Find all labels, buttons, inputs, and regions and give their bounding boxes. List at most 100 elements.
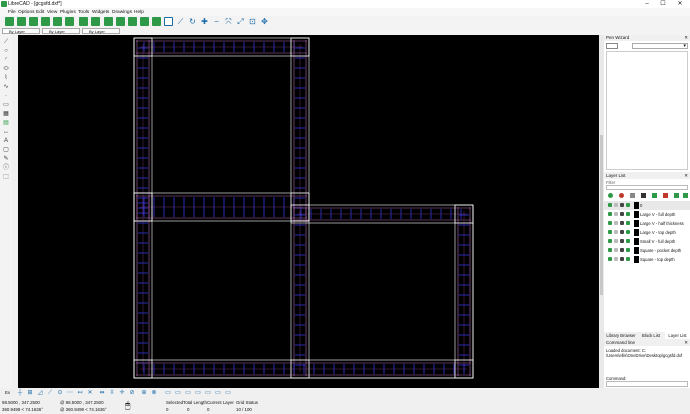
print-icon[interactable] bbox=[626, 221, 630, 225]
lock-icon[interactable] bbox=[620, 203, 624, 207]
block-tool-icon[interactable]: ▢ bbox=[2, 147, 10, 154]
zoom-out-icon[interactable]: − bbox=[212, 17, 221, 26]
polyline-tool-icon[interactable]: ⌇ bbox=[2, 75, 10, 82]
view-2-icon[interactable]: ▭ bbox=[174, 389, 182, 397]
paste-icon[interactable] bbox=[128, 17, 137, 26]
image-tool-icon[interactable]: ▤ bbox=[2, 120, 10, 127]
eye-icon[interactable] bbox=[608, 257, 612, 261]
snap-middle-icon[interactable]: ⋯ bbox=[66, 389, 74, 397]
grid-toggle-icon[interactable] bbox=[164, 17, 173, 26]
info-tool-icon[interactable]: ⓘ bbox=[2, 165, 10, 172]
layer-row[interactable]: Square - pocket depth bbox=[604, 246, 690, 255]
pen-wizard-close-icon[interactable]: ✕ bbox=[684, 35, 688, 41]
layer-color-swatch[interactable] bbox=[634, 202, 639, 209]
layer-filter-input[interactable] bbox=[606, 185, 688, 190]
arc-tool-icon[interactable]: ◜ bbox=[2, 57, 10, 64]
relative-zero-icon[interactable]: ⊕ bbox=[140, 389, 148, 397]
menu-tools[interactable]: Tools bbox=[78, 10, 89, 15]
edit-layer-icon[interactable] bbox=[674, 193, 679, 198]
command-line-close-icon[interactable]: ✕ bbox=[684, 340, 688, 346]
show-all-layers-icon[interactable] bbox=[608, 193, 613, 198]
copy-icon[interactable] bbox=[116, 17, 125, 26]
eye-icon[interactable] bbox=[608, 203, 612, 207]
lock-icon[interactable] bbox=[620, 212, 624, 216]
maximize-button[interactable]: ☐ bbox=[656, 0, 670, 8]
lock-icon[interactable] bbox=[620, 239, 624, 243]
view-3-icon[interactable]: ▭ bbox=[184, 389, 192, 397]
menu-drawings[interactable]: Drawings bbox=[112, 10, 132, 15]
freeze-icon[interactable] bbox=[614, 221, 618, 225]
layer-color-swatch[interactable] bbox=[634, 247, 639, 254]
zoom-window-icon[interactable]: ⊡ bbox=[248, 17, 257, 26]
lock-icon[interactable] bbox=[620, 248, 624, 252]
point-tool-icon[interactable]: · bbox=[2, 93, 10, 100]
layer-color-swatch[interactable] bbox=[634, 238, 639, 245]
freeze-icon[interactable] bbox=[614, 248, 618, 252]
layer-row[interactable]: Square - top depth bbox=[604, 255, 690, 264]
zoom-pan-icon[interactable]: ✥ bbox=[260, 17, 269, 26]
eye-icon[interactable] bbox=[608, 212, 612, 216]
view-6-icon[interactable]: ▭ bbox=[214, 389, 222, 397]
layer-color-swatch[interactable] bbox=[634, 229, 639, 236]
layer-row[interactable]: Small V - full depth bbox=[604, 237, 690, 246]
pen-wizard-select[interactable]: ▾ bbox=[632, 43, 688, 49]
linetype-select[interactable]: By Layer bbox=[42, 28, 80, 34]
tab-library-browser[interactable]: Library Browser bbox=[605, 332, 637, 339]
eye-icon[interactable] bbox=[608, 221, 612, 225]
modify-tool-icon[interactable]: ✎ bbox=[2, 156, 10, 163]
color-select[interactable]: By Layer bbox=[2, 28, 40, 34]
menu-options[interactable]: Options bbox=[18, 10, 35, 15]
line-tool-icon[interactable]: ⟋ bbox=[2, 39, 10, 46]
menu-edit[interactable]: Edit bbox=[36, 10, 44, 15]
layer-list-close-icon[interactable]: ✕ bbox=[684, 173, 688, 179]
minimize-button[interactable]: – bbox=[640, 0, 654, 8]
restrict-nothing-icon[interactable]: ⊘ bbox=[128, 389, 136, 397]
view-7-icon[interactable]: ▭ bbox=[224, 389, 232, 397]
print-icon[interactable] bbox=[79, 17, 88, 26]
menu-file[interactable]: File bbox=[8, 10, 16, 15]
print-icon[interactable] bbox=[626, 212, 630, 216]
lock-icon[interactable] bbox=[620, 230, 624, 234]
save-as-icon[interactable] bbox=[53, 17, 62, 26]
spline-tool-icon[interactable]: ∿ bbox=[2, 84, 10, 91]
zoom-previous-icon[interactable]: ⤢ bbox=[236, 17, 245, 26]
print-icon[interactable] bbox=[626, 248, 630, 252]
freeze-icon[interactable] bbox=[614, 203, 618, 207]
dimension-tool-icon[interactable]: ↔ bbox=[2, 129, 10, 136]
layer-row[interactable]: Large V - half thickness bbox=[604, 219, 690, 228]
layer-color-swatch[interactable] bbox=[634, 256, 639, 263]
remove-layer-icon[interactable] bbox=[663, 193, 668, 198]
freeze-icon[interactable] bbox=[614, 212, 618, 216]
freeze-icon[interactable] bbox=[614, 257, 618, 261]
snap-distance-icon[interactable]: ↤ bbox=[76, 389, 84, 397]
undo-icon[interactable] bbox=[140, 17, 149, 26]
unlock-all-icon[interactable] bbox=[630, 193, 635, 198]
print-preview-icon[interactable] bbox=[91, 17, 100, 26]
lock-relative-zero-icon[interactable]: ⊗ bbox=[150, 389, 158, 397]
menu-widgets[interactable]: Widgets bbox=[92, 10, 109, 15]
view-5-icon[interactable]: ▭ bbox=[204, 389, 212, 397]
command-input[interactable] bbox=[606, 381, 688, 387]
layer-row[interactable]: Large V - full depth bbox=[604, 210, 690, 219]
tab-layer-list[interactable]: Layer List bbox=[665, 332, 690, 339]
tab-block-list[interactable]: Block List bbox=[638, 332, 664, 339]
select-tool-icon[interactable]: ⬚ bbox=[2, 174, 10, 181]
draft-mode-icon[interactable]: ⟋ bbox=[176, 17, 185, 26]
rectangle-tool-icon[interactable]: ▭ bbox=[2, 102, 10, 109]
menu-plugins[interactable]: Plugins bbox=[60, 10, 76, 15]
snap-intersection-icon[interactable]: ✕ bbox=[86, 389, 94, 397]
lock-all-icon[interactable] bbox=[641, 193, 646, 198]
redraw-icon[interactable]: ↻ bbox=[188, 17, 197, 26]
eye-icon[interactable] bbox=[608, 248, 612, 252]
save-icon[interactable] bbox=[41, 17, 50, 26]
circle-tool-icon[interactable]: ○ bbox=[2, 48, 10, 55]
drawing-canvas[interactable] bbox=[18, 35, 599, 388]
lock-icon[interactable] bbox=[620, 257, 624, 261]
open-file-icon[interactable] bbox=[29, 17, 38, 26]
zoom-auto-icon[interactable]: ⤧ bbox=[224, 17, 233, 26]
close-button[interactable]: ✕ bbox=[673, 0, 687, 8]
print-icon[interactable] bbox=[626, 230, 630, 234]
vertical-scrollbar-thumb[interactable] bbox=[599, 135, 603, 295]
cut-icon[interactable] bbox=[104, 17, 113, 26]
snap-free-icon[interactable]: ┼ bbox=[16, 389, 24, 397]
